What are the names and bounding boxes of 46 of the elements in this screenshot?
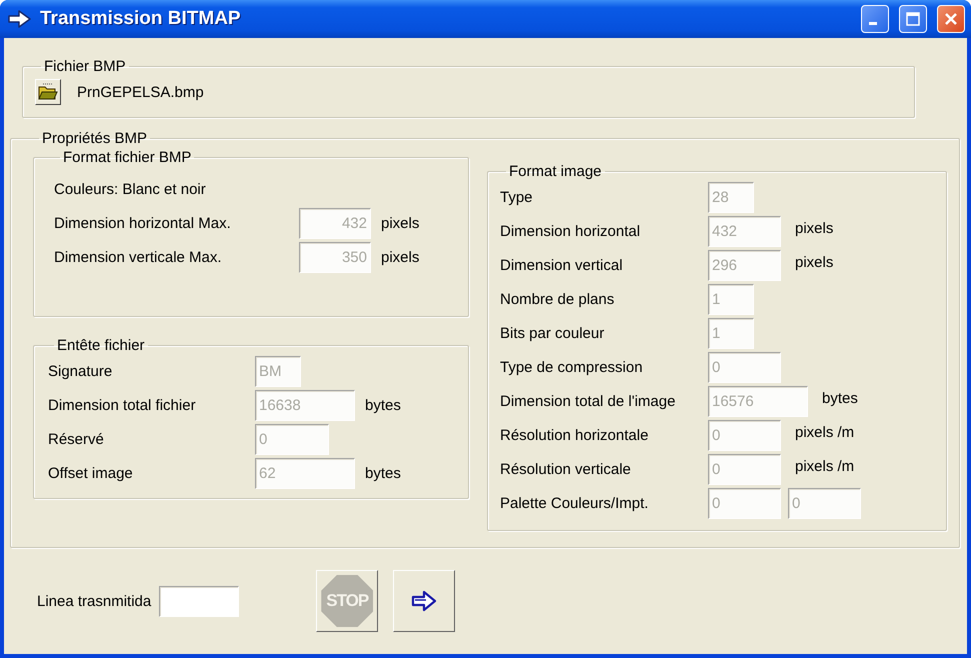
unit-label: bytes (822, 390, 858, 407)
field-label: Résolution verticale (500, 460, 632, 478)
group-title: Entête fichier (56, 337, 146, 354)
unit-label: bytes (365, 396, 401, 414)
group-title: Fichier BMP (43, 58, 127, 75)
arrow-icon (411, 590, 438, 612)
group-title: Format image (508, 163, 603, 180)
unit-label: pixels /m (795, 424, 854, 441)
close-icon (943, 11, 959, 27)
unit-label: pixels /m (795, 458, 854, 475)
line-field[interactable] (159, 586, 240, 616)
minimize-icon (869, 22, 877, 25)
group-title: Format fichier BMP (62, 149, 192, 166)
unit-label: pixels (381, 214, 420, 232)
field-label: Dimension verticale Max. (54, 248, 223, 266)
field-label: Type de compression (500, 358, 644, 376)
window-title: Transmission BITMAP (40, 8, 242, 30)
maximize-icon (905, 11, 921, 27)
folder-icon (38, 83, 58, 101)
unit-label: pixels (795, 254, 834, 271)
field-label: Signature (48, 362, 114, 380)
field-label: Offset image (48, 464, 134, 482)
open-file-button[interactable] (35, 79, 61, 105)
colors-text: Couleurs: Blanc et noir (54, 180, 206, 198)
field-label: Palette Couleurs/Impt. (500, 494, 650, 512)
field-label: Dimension horizontal (500, 222, 642, 240)
field-label: Nombre de plans (500, 290, 616, 308)
close-button[interactable] (937, 5, 965, 33)
maximize-button[interactable] (899, 5, 927, 33)
minimize-button[interactable] (861, 5, 889, 33)
field-label: Dimension horizontal Max. (54, 214, 232, 232)
field-label: Dimension total fichier (48, 396, 197, 414)
send-button[interactable] (393, 570, 456, 632)
field-label: Réservé (48, 430, 105, 448)
unit-label: pixels (381, 248, 420, 266)
field-label: Bits par couleur (500, 324, 606, 342)
field-label: Linea trasnmitida (37, 592, 152, 610)
group-title: Propriétés BMP (41, 130, 148, 147)
unit-label: pixels (795, 220, 834, 237)
field-label: Type (500, 188, 534, 206)
field-label: Dimension total de l'image (500, 392, 676, 410)
arrow-icon (8, 10, 32, 28)
unit-label: bytes (365, 464, 401, 482)
field-label: Résolution horizontale (500, 426, 650, 444)
file-name: PrnGEPELSA.bmp (77, 84, 204, 100)
field-label: Dimension vertical (500, 256, 624, 274)
